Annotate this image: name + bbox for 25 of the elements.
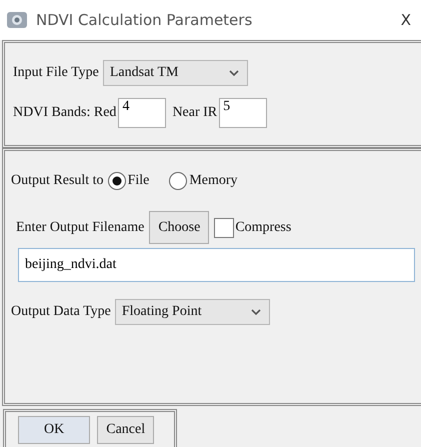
radio-label: File <box>128 173 150 189</box>
ndvi-bands-label: NDVI Bands: Red <box>13 105 116 121</box>
near-ir-field[interactable]: 5 <box>219 98 268 128</box>
close-button[interactable]: X <box>398 11 413 29</box>
chevron-down-icon <box>250 308 261 316</box>
cancel-button[interactable]: Cancel <box>97 416 154 444</box>
radio-label: Memory <box>189 173 238 189</box>
first-band-field[interactable]: 4 <box>118 98 166 128</box>
compress-label: Compress <box>235 220 292 236</box>
radio-button[interactable] <box>168 171 188 191</box>
output-data-type-dropdown[interactable]: Floating Point <box>114 299 270 325</box>
output-result-label: Output Result to <box>11 173 104 189</box>
chevron-down-icon <box>228 70 239 76</box>
choose-button[interactable]: Choose <box>149 211 210 244</box>
compress-checkbox[interactable] <box>214 218 234 238</box>
input-file-type-dropdown[interactable]: Landsat TM <box>102 60 248 86</box>
radio-button[interactable] <box>106 171 127 191</box>
output-data-type-label: Output Data Type <box>11 304 111 320</box>
near-ir-label: Near IR <box>172 105 218 121</box>
output-filename-label: Enter Output Filename <box>16 220 144 236</box>
output-filename-field[interactable]: beijing_ndvi.dat <box>18 248 415 282</box>
window-title: NDVI Calculation Parameters <box>36 11 254 29</box>
input-file-type-label: Input File Type <box>13 65 99 81</box>
app-icon <box>6 11 28 29</box>
ok-button[interactable]: OK <box>18 416 90 444</box>
